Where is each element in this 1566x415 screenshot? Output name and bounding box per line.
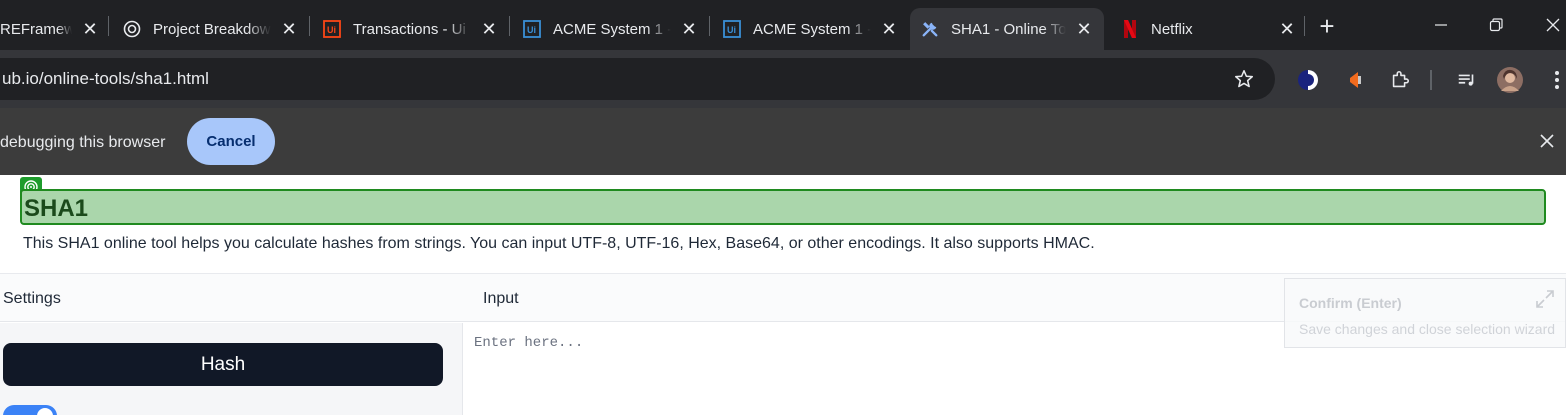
toggle-knob [37, 408, 53, 415]
tab-close-icon[interactable]: ✕ [1277, 19, 1297, 39]
openai-icon [123, 20, 141, 38]
svg-text:Ui: Ui [727, 25, 736, 35]
uipath-blue-icon: Ui [523, 20, 541, 38]
uipath-blue-icon: Ui [723, 20, 741, 38]
tab-title: SHA1 - Online To [951, 20, 1066, 38]
tab-separator [309, 16, 310, 36]
tab-close-icon[interactable]: ✕ [879, 19, 899, 39]
tab-acme-system-1[interactable]: Ui ACME System 1 - ✕ [523, 8, 699, 50]
expand-icon[interactable] [1533, 287, 1557, 311]
extensions-puzzle-icon[interactable] [1388, 68, 1412, 92]
media-control-icon[interactable] [1455, 68, 1479, 92]
svg-text:Ui: Ui [327, 25, 336, 35]
address-bar[interactable]: ub.io/online-tools/sha1.html [0, 58, 1275, 100]
tab-close-icon[interactable]: ✕ [279, 19, 299, 39]
wizard-subtitle: Save changes and close selection wizard [1299, 321, 1556, 337]
debugging-infobar: debugging this browser Cancel [0, 108, 1566, 175]
tab-sha1-active[interactable]: SHA1 - Online To ✕ [910, 8, 1104, 50]
tab-reframework[interactable]: REFramew ✕ [0, 8, 100, 50]
settings-toggle[interactable] [3, 405, 57, 415]
infobar-close-icon[interactable] [1536, 130, 1558, 152]
selection-wizard-panel[interactable]: Confirm (Enter) Save changes and close s… [1284, 278, 1566, 348]
window-close-icon[interactable] [1538, 10, 1566, 40]
settings-label: Settings [3, 290, 61, 307]
tab-title: Project Breakdow [153, 20, 271, 38]
tab-acme-system-1b[interactable]: Ui ACME System 1 - ✕ [723, 8, 899, 50]
tab-close-icon[interactable]: ✕ [1074, 19, 1094, 39]
tab-separator [709, 16, 710, 36]
cancel-debugging-button[interactable]: Cancel [187, 118, 275, 165]
toolbar-divider [1430, 70, 1432, 90]
input-label: Input [483, 290, 519, 307]
tab-netflix[interactable]: Netflix ✕ [1121, 8, 1297, 50]
tab-title: REFramew [0, 20, 72, 38]
tab-separator [1304, 16, 1305, 36]
uipath-extension-icon[interactable] [1344, 68, 1368, 92]
tab-strip: REFramew ✕ Project Breakdow ✕ Ui Transac… [0, 0, 1566, 50]
address-url[interactable]: ub.io/online-tools/sha1.html [2, 69, 209, 89]
hash-button[interactable]: Hash [3, 343, 443, 386]
svg-text:Ui: Ui [527, 25, 536, 35]
tab-separator [108, 16, 109, 36]
tab-project-breakdown[interactable]: Project Breakdow ✕ [123, 8, 299, 50]
netflix-icon [1121, 20, 1139, 38]
tab-separator [509, 16, 510, 36]
infobar-message: debugging this browser [0, 134, 166, 151]
uipath-orange-icon: Ui [323, 20, 341, 38]
highlighted-heading-box[interactable]: SHA1 [20, 189, 1546, 225]
tab-close-icon[interactable]: ✕ [479, 19, 499, 39]
tools-icon [921, 20, 939, 38]
bookmark-star-icon[interactable] [1233, 68, 1255, 90]
new-tab-plus-icon[interactable]: + [1314, 11, 1340, 41]
tab-close-icon[interactable]: ✕ [679, 19, 699, 39]
tab-title: Netflix [1151, 20, 1193, 38]
tab-close-icon[interactable]: ✕ [80, 19, 100, 39]
wizard-confirm-label[interactable]: Confirm (Enter) [1299, 295, 1402, 311]
restore-icon[interactable] [1481, 10, 1511, 40]
browser-toolbar: ub.io/online-tools/sha1.html [0, 50, 1566, 108]
page-description: This SHA1 online tool helps you calculat… [23, 235, 1095, 252]
browser-menu-icon[interactable] [1545, 68, 1566, 92]
tab-title: ACME System 1 - [553, 20, 671, 38]
page-title: SHA1 [24, 195, 89, 222]
tab-transactions[interactable]: Ui Transactions - Ui ✕ [323, 8, 499, 50]
tab-title: Transactions - Ui [353, 20, 466, 38]
minimize-icon[interactable] [1426, 10, 1456, 40]
dark-mode-extension-icon[interactable] [1296, 68, 1320, 92]
profile-avatar[interactable] [1497, 67, 1523, 93]
tab-title: ACME System 1 - [753, 20, 871, 38]
